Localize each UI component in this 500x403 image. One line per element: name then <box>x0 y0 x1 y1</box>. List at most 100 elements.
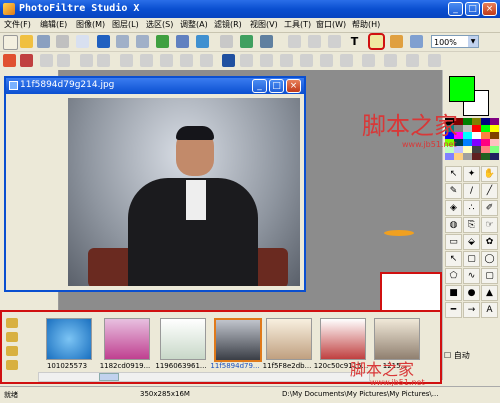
gamma-up-icon[interactable] <box>120 54 133 67</box>
thumbnail-2[interactable] <box>160 318 206 360</box>
eyedropper-icon[interactable]: ✎ <box>445 183 462 199</box>
doc-close-button[interactable]: × <box>286 79 301 93</box>
rect-fill-icon[interactable]: ■ <box>445 285 462 301</box>
folder-refresh-icon[interactable] <box>6 346 18 356</box>
clipboard-icon[interactable] <box>328 35 341 48</box>
scan-icon[interactable] <box>76 35 89 48</box>
auto-contrast-icon[interactable] <box>20 54 33 67</box>
gear-icon[interactable] <box>390 35 403 48</box>
new-icon[interactable] <box>3 35 18 50</box>
thumbnail-6[interactable] <box>374 318 420 360</box>
close-button[interactable]: × <box>482 2 497 16</box>
auto-checkbox[interactable]: ☐ 自动 <box>444 350 470 361</box>
thumbnail-0[interactable] <box>46 318 92 360</box>
text-icon[interactable]: T <box>348 35 361 48</box>
menu-view[interactable]: 视图(V) <box>250 19 278 30</box>
arrow-icon[interactable]: → <box>463 302 480 318</box>
shape-select-icon[interactable]: ↖ <box>445 251 462 267</box>
edge-icon[interactable] <box>428 54 441 67</box>
crop-icon[interactable] <box>220 35 233 48</box>
gamma-icon[interactable] <box>97 54 110 67</box>
fill-bucket-icon[interactable]: ◈ <box>445 200 462 216</box>
ellipse-select-icon[interactable]: ◯ <box>481 251 498 267</box>
ellipse-fill-icon[interactable]: ● <box>463 285 480 301</box>
line-icon[interactable]: ╱ <box>481 183 498 199</box>
minimize-button[interactable]: _ <box>448 2 463 16</box>
effect-icon[interactable] <box>384 54 397 67</box>
sepia-icon[interactable] <box>180 54 193 67</box>
thumbnail-4[interactable] <box>266 318 312 360</box>
emboss-icon[interactable] <box>406 54 419 67</box>
contrast-icon[interactable] <box>57 54 70 67</box>
pencil-icon[interactable]: / <box>463 183 480 199</box>
polygon-fill-icon[interactable]: ▲ <box>481 285 498 301</box>
flip-icon[interactable] <box>222 54 235 67</box>
menu-selection[interactable]: 选区(S) <box>146 19 173 30</box>
rect-select-icon[interactable]: ▢ <box>463 251 480 267</box>
copy-icon[interactable] <box>156 35 169 48</box>
rotate-left-icon[interactable] <box>280 54 293 67</box>
menu-file[interactable]: 文件(F) <box>4 19 31 30</box>
line-style-icon[interactable]: ━ <box>445 302 462 318</box>
menu-edit[interactable]: 编辑(E) <box>40 19 67 30</box>
thumbnail-1[interactable] <box>104 318 150 360</box>
menu-layer[interactable]: 图层(L) <box>112 19 139 30</box>
brightness-icon[interactable] <box>40 54 53 67</box>
resize-icon[interactable] <box>240 35 253 48</box>
scrollbar-thumb[interactable] <box>99 373 119 381</box>
hand-icon[interactable]: ✋ <box>481 166 498 182</box>
chevron-down-icon[interactable]: ▼ <box>468 36 478 47</box>
menu-adjust[interactable]: 调整(A) <box>180 19 208 30</box>
open-icon[interactable] <box>20 35 33 48</box>
magic-wand-icon[interactable]: ✦ <box>463 166 480 182</box>
spray-icon[interactable]: ∴ <box>463 200 480 216</box>
menu-tools[interactable]: 工具(T) <box>284 19 311 30</box>
brush-icon[interactable]: ✐ <box>481 200 498 216</box>
mirror-icon[interactable] <box>240 54 253 67</box>
eraser-icon[interactable]: ▭ <box>445 234 462 250</box>
rounded-rect-icon[interactable]: ▢ <box>481 268 498 284</box>
menu-image[interactable]: 图像(M) <box>76 19 105 30</box>
document-image[interactable] <box>68 98 300 286</box>
blur-icon[interactable] <box>300 54 313 67</box>
layers-icon[interactable] <box>308 35 321 48</box>
redo-icon[interactable] <box>136 35 149 48</box>
lasso-icon[interactable]: ∿ <box>463 268 480 284</box>
grayscale-icon[interactable] <box>160 54 173 67</box>
import-icon[interactable] <box>97 35 110 48</box>
thumbnail-scrollbar[interactable] <box>38 372 370 382</box>
doc-maximize-button[interactable]: □ <box>269 79 284 93</box>
duplicate-icon[interactable] <box>288 35 301 48</box>
folder-view-icon[interactable] <box>6 360 18 370</box>
gamma-down-icon[interactable] <box>140 54 153 67</box>
explorer-icon[interactable] <box>368 33 385 50</box>
noise-icon[interactable] <box>340 54 353 67</box>
auto-level-icon[interactable] <box>3 54 16 67</box>
sharpen-icon[interactable] <box>320 54 333 67</box>
zoom-select[interactable]: 100% ▼ <box>431 35 479 48</box>
clone-icon[interactable]: ⎘ <box>463 217 480 233</box>
menu-window[interactable]: 窗口(W) <box>316 19 346 30</box>
polygon-select-icon[interactable]: ⬠ <box>445 268 462 284</box>
window-icon[interactable] <box>410 35 423 48</box>
negative-icon[interactable] <box>200 54 213 67</box>
canvas-icon[interactable] <box>260 35 273 48</box>
blur-brush-icon[interactable]: ◍ <box>445 217 462 233</box>
select-arrow-icon[interactable]: ↖ <box>445 166 462 182</box>
stamp-icon[interactable]: ⬙ <box>463 234 480 250</box>
doc-minimize-button[interactable]: _ <box>252 79 267 93</box>
save-icon[interactable] <box>37 35 50 48</box>
drop-icon[interactable] <box>362 54 375 67</box>
text-tool-icon[interactable]: A <box>481 302 498 318</box>
smudge-icon[interactable]: ☞ <box>481 217 498 233</box>
menu-filter[interactable]: 滤镜(R) <box>214 19 242 30</box>
foreground-color-swatch[interactable] <box>449 76 475 102</box>
saturation-icon[interactable] <box>80 54 93 67</box>
menu-help[interactable]: 帮助(H) <box>352 19 380 30</box>
folder-tree-icon[interactable] <box>6 318 18 328</box>
rotate-icon[interactable] <box>260 54 273 67</box>
maximize-button[interactable]: □ <box>465 2 480 16</box>
print-icon[interactable] <box>56 35 69 48</box>
undo-icon[interactable] <box>116 35 129 48</box>
picture-tube-icon[interactable]: ✿ <box>481 234 498 250</box>
